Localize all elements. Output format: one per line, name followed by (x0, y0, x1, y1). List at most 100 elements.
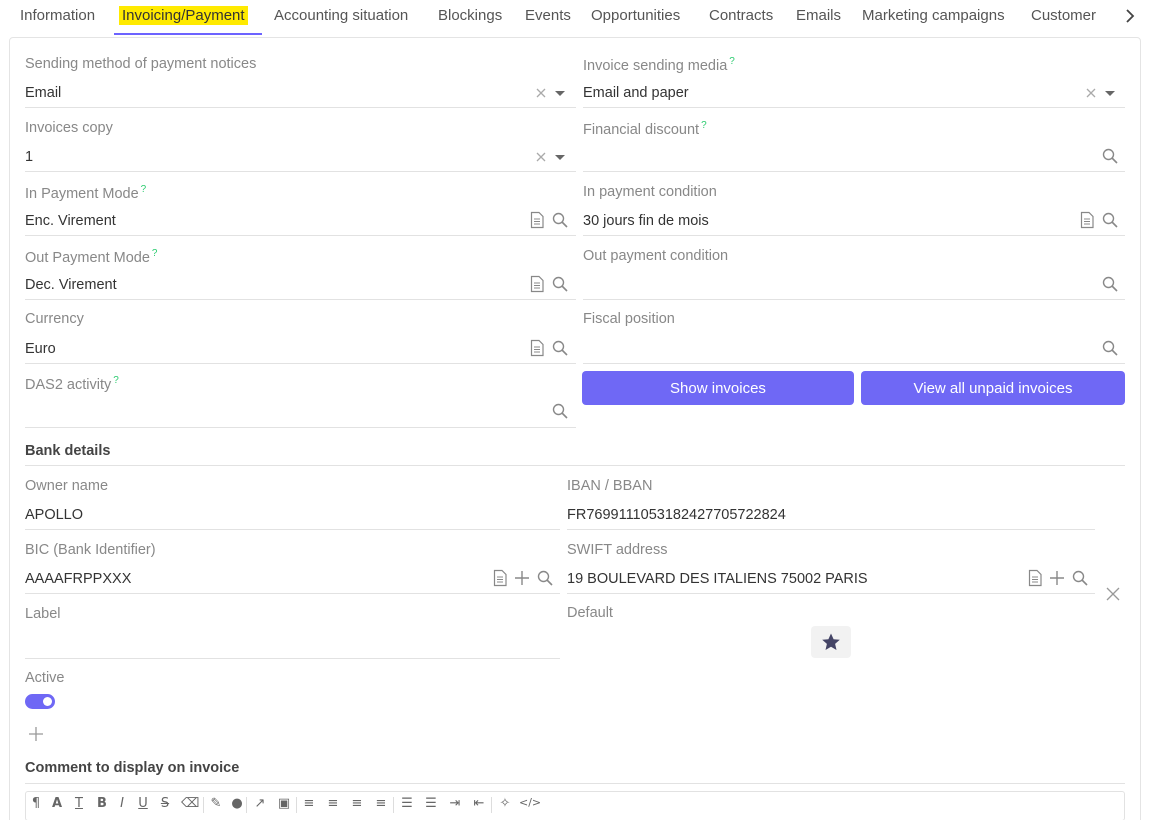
document-icon[interactable] (528, 211, 546, 229)
document-icon[interactable] (1026, 569, 1044, 587)
align-justify-icon[interactable]: ≡ (372, 796, 390, 811)
in-payment-mode-label: In Payment Mode? (25, 184, 146, 202)
tab-label: Marketing campaigns (862, 7, 1005, 24)
toolbar-divider (203, 797, 204, 813)
tab-emails[interactable]: Emails (796, 7, 841, 24)
iban-input[interactable]: FR7699111053182427705722824 (567, 507, 786, 523)
font-icon[interactable]: A (48, 796, 66, 811)
field-underline (25, 529, 560, 530)
invoices-copy-label: Invoices copy (25, 120, 113, 136)
tab-contracts[interactable]: Contracts (709, 7, 773, 24)
search-icon[interactable] (551, 211, 569, 229)
align-left-icon[interactable]: ≡ (300, 796, 318, 811)
link-icon[interactable]: ↗ (251, 796, 269, 811)
align-center-icon[interactable]: ≡ (324, 796, 342, 811)
help-marker[interactable]: ? (141, 184, 147, 195)
help-marker[interactable]: ? (152, 248, 158, 259)
italic-icon[interactable]: I (113, 796, 131, 811)
view-unpaid-invoices-button[interactable]: View all unpaid invoices (861, 371, 1125, 405)
document-icon[interactable] (491, 569, 509, 587)
strikethrough-icon[interactable]: S (156, 796, 174, 811)
outdent-icon[interactable]: ⇤ (470, 796, 488, 811)
document-icon[interactable] (528, 275, 546, 293)
tab-information[interactable]: Information (20, 7, 95, 24)
text-style-icon[interactable]: T (70, 796, 88, 811)
toolbar-divider (393, 797, 394, 813)
color-drop-icon[interactable]: ● (228, 796, 246, 811)
search-icon[interactable] (551, 402, 569, 420)
in-payment-mode-input[interactable]: Enc. Virement (25, 213, 116, 229)
search-icon[interactable] (1101, 339, 1119, 357)
clear-icon[interactable] (1082, 84, 1100, 102)
underline-icon[interactable]: U (134, 796, 152, 811)
swift-input[interactable]: 19 BOULEVARD DES ITALIENS 75002 PARIS (567, 571, 868, 587)
tab-blockings[interactable]: Blockings (438, 7, 502, 24)
bold-icon[interactable]: B (93, 796, 111, 811)
field-underline (25, 363, 576, 364)
code-icon[interactable]: </> (519, 796, 541, 809)
currency-input[interactable]: Euro (25, 341, 56, 357)
magic-wand-icon[interactable]: ✧ (496, 796, 514, 811)
label-text: Out Payment Mode (25, 249, 150, 266)
camera-icon[interactable]: ▣ (275, 796, 293, 811)
tab-label: Invoicing/Payment (119, 6, 248, 25)
ordered-list-icon[interactable]: ☰ (398, 796, 416, 811)
eraser-icon[interactable]: ⌫ (181, 796, 199, 811)
brush-icon[interactable]: ✎ (207, 796, 225, 811)
tab-bar: Information Invoicing/Payment Accounting… (0, 0, 1155, 36)
search-icon[interactable] (1101, 211, 1119, 229)
tab-label: Emails (796, 7, 842, 24)
show-invoices-button[interactable]: Show invoices (582, 371, 854, 405)
toolbar-divider (296, 797, 297, 813)
caret-down-icon[interactable] (1101, 84, 1119, 102)
iban-label: IBAN / BBAN (567, 478, 653, 494)
tab-customer[interactable]: Customer (1031, 7, 1096, 24)
field-underline (567, 593, 1095, 594)
unordered-list-icon[interactable]: ☰ (422, 796, 440, 811)
plus-icon[interactable] (27, 725, 45, 743)
search-icon[interactable] (536, 569, 554, 587)
bic-input[interactable]: AAAAFRPPXXX (25, 571, 131, 587)
help-marker[interactable]: ? (729, 56, 735, 67)
document-icon[interactable] (528, 339, 546, 357)
search-icon[interactable] (551, 339, 569, 357)
tab-label: Events (525, 7, 571, 24)
caret-down-icon[interactable] (551, 148, 569, 166)
in-payment-condition-label: In payment condition (583, 184, 717, 200)
help-marker[interactable]: ? (701, 120, 707, 131)
sending-method-select[interactable]: Email (25, 85, 61, 101)
field-underline (25, 235, 576, 236)
tab-events[interactable]: Events (525, 7, 571, 24)
bic-label: BIC (Bank Identifier) (25, 542, 156, 558)
align-right-icon[interactable]: ≡ (348, 796, 366, 811)
search-icon[interactable] (1101, 275, 1119, 293)
invoice-media-select[interactable]: Email and paper (583, 85, 689, 101)
field-underline (583, 171, 1125, 172)
in-payment-condition-input[interactable]: 30 jours fin de mois (583, 213, 709, 229)
invoices-copy-select[interactable]: 1 (25, 149, 33, 165)
search-icon[interactable] (1071, 569, 1089, 587)
indent-icon[interactable]: ⇥ (446, 796, 464, 811)
chevron-right-icon[interactable] (1122, 6, 1138, 26)
plus-icon[interactable] (1048, 569, 1066, 587)
clear-icon[interactable] (532, 148, 550, 166)
active-toggle[interactable] (25, 694, 55, 709)
tab-opportunities[interactable]: Opportunities (591, 7, 680, 24)
tab-accounting-situation[interactable]: Accounting situation (274, 7, 408, 24)
search-icon[interactable] (1101, 147, 1119, 165)
tab-invoicing-payment[interactable]: Invoicing/Payment (119, 6, 248, 25)
default-star-button[interactable] (811, 626, 851, 658)
bank-label-label: Label (25, 606, 61, 622)
document-icon[interactable] (1078, 211, 1096, 229)
label-text: Invoice sending media (583, 57, 728, 74)
out-payment-mode-input[interactable]: Dec. Virement (25, 277, 117, 293)
paragraph-icon[interactable]: ¶ (27, 796, 45, 811)
owner-name-input[interactable]: APOLLO (25, 507, 83, 523)
caret-down-icon[interactable] (551, 84, 569, 102)
help-marker[interactable]: ? (113, 375, 119, 386)
plus-icon[interactable] (513, 569, 531, 587)
close-icon[interactable] (1104, 585, 1122, 603)
tab-marketing-campaigns[interactable]: Marketing campaigns (862, 7, 1005, 24)
clear-icon[interactable] (532, 84, 550, 102)
search-icon[interactable] (551, 275, 569, 293)
